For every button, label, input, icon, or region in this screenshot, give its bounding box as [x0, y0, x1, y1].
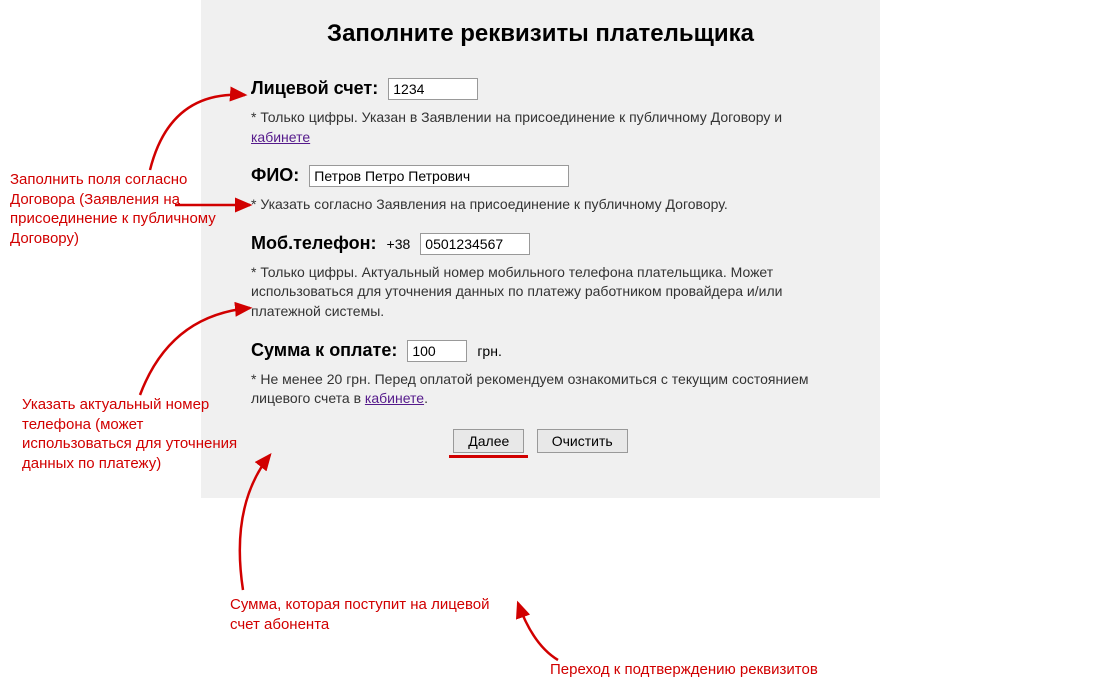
account-field-block: Лицевой счет: * Только цифры. Указан в З…: [251, 78, 830, 147]
phone-field-block: Моб.телефон: +38 * Только цифры. Актуаль…: [251, 233, 830, 322]
phone-input[interactable]: [420, 233, 530, 255]
amount-hint-link[interactable]: кабинете: [365, 390, 424, 406]
annotation-phone: Указать актуальный номер телефона (может…: [22, 395, 242, 473]
amount-label: Сумма к оплате:: [251, 340, 397, 361]
arrow-to-next-icon: [498, 595, 578, 665]
annotation-fill-fields: Заполнить поля согласно Договора (Заявле…: [10, 170, 230, 248]
fio-input[interactable]: [309, 165, 569, 187]
fio-hint: * Указать согласно Заявления на присоеди…: [251, 195, 830, 215]
amount-unit: грн.: [477, 343, 502, 359]
account-label: Лицевой счет:: [251, 78, 378, 99]
fio-field-block: ФИО: * Указать согласно Заявления на при…: [251, 165, 830, 215]
amount-input[interactable]: [407, 340, 467, 362]
amount-hint: * Не менее 20 грн. Перед оплатой рекомен…: [251, 370, 830, 409]
buttons-row: Далее Очистить: [251, 429, 830, 458]
account-hint-link[interactable]: кабинете: [251, 129, 310, 145]
phone-hint: * Только цифры. Актуальный номер мобильн…: [251, 263, 830, 322]
payer-form-panel: Заполните реквизиты плательщика Лицевой …: [200, 0, 880, 498]
annotation-amount: Сумма, которая поступит на лицевой счет …: [230, 595, 490, 634]
clear-button[interactable]: Очистить: [537, 429, 628, 453]
fio-label: ФИО:: [251, 165, 299, 186]
phone-label: Моб.телефон:: [251, 233, 377, 254]
next-button-highlight: Далее: [449, 429, 528, 458]
account-hint-text: * Только цифры. Указан в Заявлении на пр…: [251, 109, 782, 125]
phone-prefix: +38: [387, 236, 411, 252]
account-input[interactable]: [388, 78, 478, 100]
page-title: Заполните реквизиты плательщика: [251, 20, 830, 48]
amount-hint-before: * Не менее 20 грн. Перед оплатой рекомен…: [251, 371, 808, 407]
amount-field-block: Сумма к оплате: грн. * Не менее 20 грн. …: [251, 340, 830, 409]
account-hint: * Только цифры. Указан в Заявлении на пр…: [251, 108, 830, 147]
next-button[interactable]: Далее: [453, 429, 524, 453]
amount-hint-after: .: [424, 390, 428, 406]
annotation-next: Переход к подтверждению реквизитов: [550, 660, 818, 680]
